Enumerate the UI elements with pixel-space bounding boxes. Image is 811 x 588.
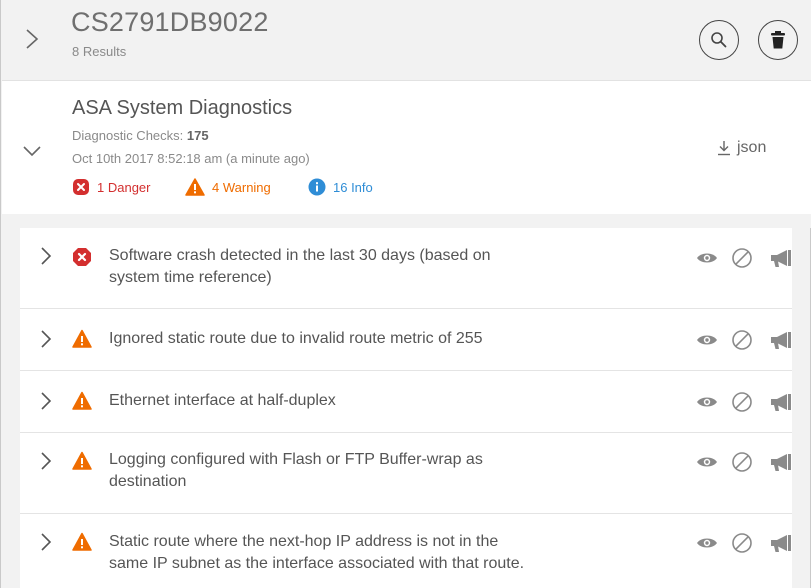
info-count: 16 Info <box>333 179 373 195</box>
info-count-badge[interactable]: 16 Info <box>308 177 373 197</box>
issue-row[interactable]: Logging configured with Flash or FTP Buf… <box>20 433 792 514</box>
delete-button[interactable] <box>758 20 798 60</box>
megaphone-icon[interactable] <box>769 391 793 413</box>
warning-count: 4 Warning <box>212 179 271 195</box>
megaphone-icon[interactable] <box>769 329 793 351</box>
ignore-icon[interactable] <box>731 532 753 554</box>
warning-icon <box>185 178 205 196</box>
eye-icon[interactable] <box>696 532 718 554</box>
checks-label: Diagnostic Checks: <box>72 128 187 143</box>
issue-row[interactable]: Static route where the next-hop IP addre… <box>20 514 792 588</box>
row-actions <box>696 532 796 556</box>
row-actions <box>696 247 796 271</box>
megaphone-icon[interactable] <box>769 451 793 473</box>
danger-icon <box>73 248 91 266</box>
warning-icon <box>72 451 92 470</box>
issue-text: Software crash detected in the last 30 d… <box>109 245 649 289</box>
issue-list: Software crash detected in the last 30 d… <box>20 228 792 588</box>
warning-icon <box>72 532 92 551</box>
info-icon <box>308 178 326 196</box>
issue-line-2: destination <box>109 473 187 490</box>
download-icon <box>718 141 730 156</box>
eye-icon[interactable] <box>696 329 718 351</box>
ignore-icon[interactable] <box>731 247 753 269</box>
issue-line-1: Software crash detected in the last 30 d… <box>109 247 491 264</box>
diagnostic-checks: Diagnostic Checks: 175 <box>72 128 209 143</box>
chevron-right-icon[interactable] <box>24 28 40 50</box>
chevron-right-icon[interactable] <box>40 391 52 411</box>
eye-icon[interactable] <box>696 247 718 269</box>
issue-line-2: system time reference) <box>109 269 272 286</box>
ignore-icon[interactable] <box>731 329 753 351</box>
device-header: CS2791DB9022 8 Results <box>2 0 811 80</box>
row-actions <box>696 451 796 475</box>
chevron-right-icon[interactable] <box>40 451 52 471</box>
issue-text: Static route where the next-hop IP addre… <box>109 531 669 575</box>
megaphone-icon[interactable] <box>769 532 793 554</box>
warning-count-badge[interactable]: 4 Warning <box>185 177 271 197</box>
json-export-label: json <box>737 139 767 156</box>
issue-text: Ethernet interface at half-duplex <box>109 390 649 412</box>
issue-row[interactable]: Ignored static route due to invalid rout… <box>20 309 792 371</box>
row-actions <box>696 329 796 353</box>
issue-text: Ignored static route due to invalid rout… <box>109 328 649 350</box>
diagnostics-title: ASA System Diagnostics <box>72 97 293 119</box>
trash-icon <box>771 31 785 49</box>
chevron-down-icon[interactable] <box>22 144 42 158</box>
warning-icon <box>72 391 92 410</box>
issue-line-1: Ignored static route due to invalid rout… <box>109 330 483 347</box>
search-button[interactable] <box>699 20 739 60</box>
eye-icon[interactable] <box>696 451 718 473</box>
danger-icon <box>73 179 89 195</box>
row-actions <box>696 391 796 415</box>
danger-count: 1 Danger <box>97 179 151 195</box>
danger-count-badge[interactable]: 1 Danger <box>72 177 150 197</box>
issue-line-1: Static route where the next-hop IP addre… <box>109 533 499 550</box>
chevron-right-icon[interactable] <box>40 329 52 349</box>
eye-icon[interactable] <box>696 391 718 413</box>
ignore-icon[interactable] <box>731 391 753 413</box>
search-icon <box>711 32 727 48</box>
chevron-right-icon[interactable] <box>40 246 52 266</box>
checks-count: 175 <box>186 128 209 143</box>
results-panel: CS2791DB9022 8 Results ASA System Diagno… <box>0 0 811 588</box>
issue-line-2: same IP subnet as the interface associat… <box>109 555 525 572</box>
section-divider <box>2 214 811 228</box>
device-title: CS2791DB9022 <box>71 7 269 37</box>
megaphone-icon[interactable] <box>769 247 793 269</box>
issue-row[interactable]: Software crash detected in the last 30 d… <box>20 228 792 309</box>
issue-row[interactable]: Ethernet interface at half-duplex <box>20 371 792 433</box>
issue-line-1: Ethernet interface at half-duplex <box>109 392 336 409</box>
warning-icon <box>72 329 92 348</box>
issue-line-1: Logging configured with Flash or FTP Buf… <box>109 451 483 468</box>
results-count: 8 Results <box>72 44 127 59</box>
json-export-link[interactable]: json <box>717 139 766 157</box>
ignore-icon[interactable] <box>731 451 753 473</box>
chevron-right-icon[interactable] <box>40 532 52 552</box>
issue-text: Logging configured with Flash or FTP Buf… <box>109 449 649 493</box>
diagnostics-summary: ASA System Diagnostics Diagnostic Checks… <box>2 80 811 214</box>
diagnostics-timestamp: Oct 10th 2017 8:52:18 am (a minute ago) <box>72 151 310 166</box>
